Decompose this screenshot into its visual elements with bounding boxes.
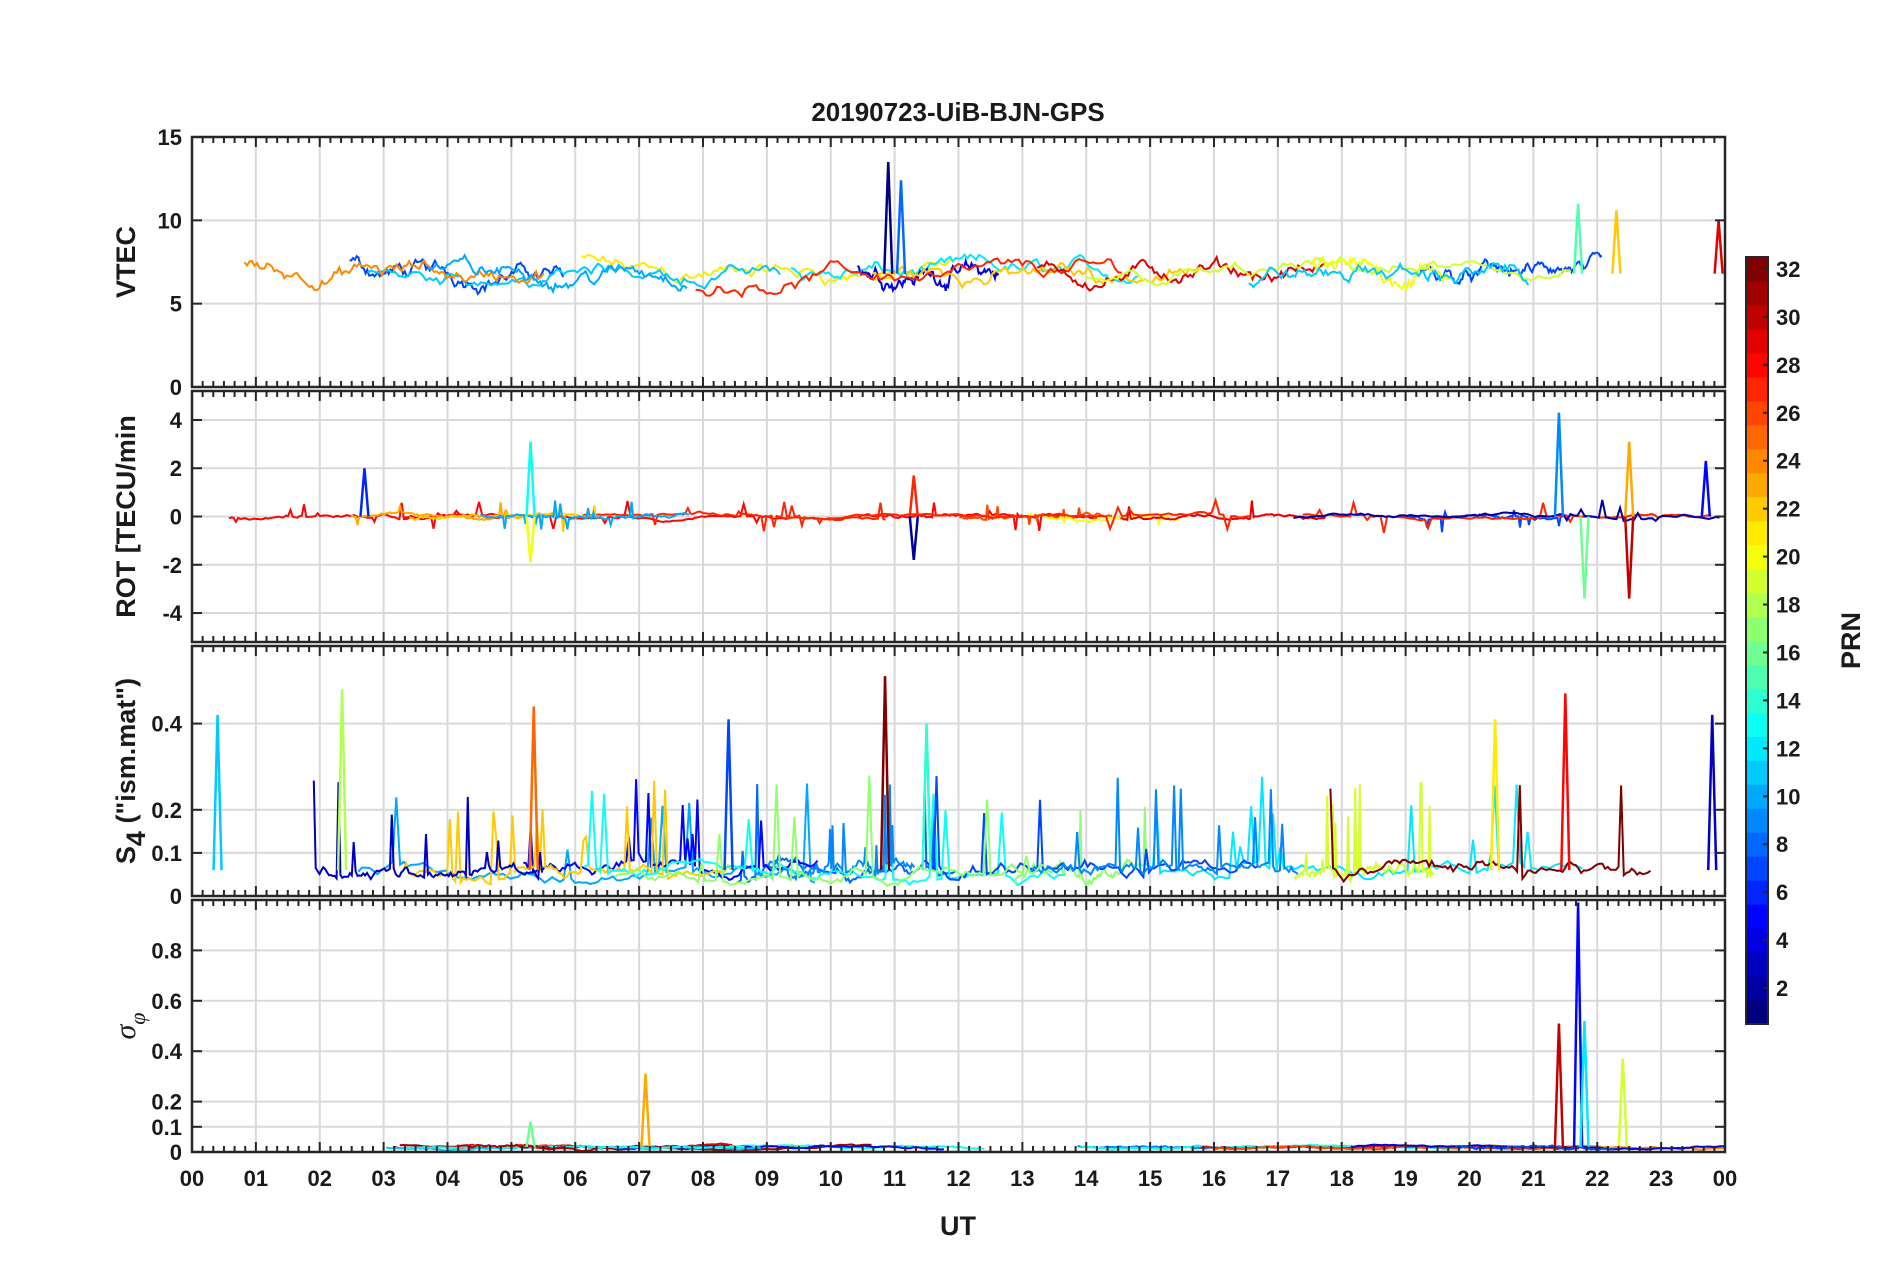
y-axis-label-sub: φ [125, 1013, 150, 1025]
y-tick-label: -4 [162, 601, 182, 626]
y-axis-label-main: σ [109, 1023, 142, 1039]
y-tick-label: 0.4 [151, 1039, 182, 1064]
colorbar-tick-label: 2 [1776, 976, 1788, 1001]
y-axis-label-main: S [111, 846, 141, 864]
colorbar-tick-label: 32 [1776, 257, 1800, 282]
colorbar-tick-label: 24 [1776, 449, 1801, 474]
y-tick-label: 0.2 [151, 798, 182, 823]
y-tick-label: 0 [170, 505, 182, 530]
colorbar-tick-label: 6 [1776, 880, 1788, 905]
y-tick-label: 0 [170, 375, 182, 400]
x-tick-label: 06 [563, 1166, 587, 1191]
y-tick-label: 10 [158, 208, 182, 233]
colorbar-tick-label: 4 [1776, 928, 1789, 953]
colorbar-tick-label: 12 [1776, 736, 1800, 761]
chart-title: 20190723-UiB-BJN-GPS [811, 97, 1104, 127]
colorbar-swatch [1746, 568, 1768, 594]
colorbar-swatch [1746, 952, 1768, 977]
colorbar-swatch [1746, 472, 1768, 498]
y-tick-label: 5 [170, 292, 182, 317]
y-tick-label: 0.1 [151, 841, 182, 866]
colorbar-tick-label: 26 [1776, 401, 1800, 426]
colorbar-swatch [1746, 808, 1768, 833]
figure: 20190723-UiB-BJN-GPS 051015VTEC-4-2024RO… [0, 0, 1902, 1272]
x-tick-label: 16 [1202, 1166, 1226, 1191]
x-tick-label: 08 [691, 1166, 715, 1191]
x-tick-label: 02 [308, 1166, 332, 1191]
y-tick-label: 0 [170, 884, 182, 909]
colorbar-label: PRN [1836, 612, 1866, 669]
x-tick-label: 19 [1393, 1166, 1417, 1191]
colorbar-swatch [1746, 664, 1768, 689]
colorbar-swatch [1746, 424, 1768, 450]
x-tick-label: 04 [435, 1166, 460, 1191]
colorbar-swatch [1746, 616, 1768, 641]
colorbar-swatch [1746, 1000, 1768, 1025]
colorbar-swatch [1746, 520, 1768, 546]
colorbar-tick-label: 30 [1776, 305, 1800, 330]
x-tick-label: 22 [1585, 1166, 1609, 1191]
y-tick-label: 0.8 [151, 938, 182, 963]
x-tick-label: 21 [1521, 1166, 1545, 1191]
y-tick-label: 0.4 [151, 712, 182, 737]
x-tick-label: 13 [1010, 1166, 1034, 1191]
y-tick-label: 0.6 [151, 989, 182, 1014]
colorbar-tick-label: 28 [1776, 353, 1800, 378]
colorbar-tick-label: 8 [1776, 832, 1788, 857]
y-axis-label: VTEC [111, 226, 141, 298]
colorbar-tick-label: 10 [1776, 784, 1800, 809]
colorbar-swatch [1746, 760, 1768, 785]
colorbar-swatch [1746, 328, 1768, 354]
colorbar-swatch [1746, 904, 1768, 929]
y-tick-label: 0.2 [151, 1090, 182, 1115]
colorbar-swatch [1746, 856, 1768, 881]
y-tick-label: 2 [170, 456, 182, 481]
x-tick-label: 05 [499, 1166, 523, 1191]
colorbar-tick-label: 16 [1776, 640, 1800, 665]
x-tick-label: 09 [755, 1166, 779, 1191]
x-tick-label: 11 [883, 1166, 906, 1191]
x-tick-label: 23 [1649, 1166, 1673, 1191]
colorbar-tick-label: 20 [1776, 545, 1800, 570]
colorbar-tick-label: 22 [1776, 497, 1800, 522]
colorbar-tick-label: 14 [1776, 688, 1801, 713]
x-tick-label: 10 [819, 1166, 843, 1191]
y-axis-label: ROT [TECU/min [111, 415, 141, 618]
x-tick-label: 14 [1074, 1166, 1099, 1191]
x-tick-label: 07 [627, 1166, 651, 1191]
colorbar-swatch [1746, 712, 1768, 737]
x-tick-label: 17 [1266, 1166, 1290, 1191]
x-tick-label: 00 [1713, 1166, 1737, 1191]
y-tick-label: 0 [170, 1140, 182, 1165]
x-axis-label: UT [940, 1211, 976, 1241]
y-tick-label: 4 [170, 408, 183, 433]
x-tick-label: 01 [244, 1166, 268, 1191]
y-axis-label-rest: ("ism.mat") [111, 678, 141, 831]
y-tick-label: -2 [162, 553, 182, 578]
x-tick-label: 20 [1457, 1166, 1481, 1191]
colorbar-tick-label: 18 [1776, 593, 1800, 618]
y-tick-label: 0.1 [151, 1115, 182, 1140]
x-tick-label: 03 [371, 1166, 395, 1191]
x-tick-label: 12 [946, 1166, 970, 1191]
figure-background [0, 0, 1902, 1272]
x-tick-label: 18 [1330, 1166, 1354, 1191]
x-tick-label: 15 [1138, 1166, 1162, 1191]
y-axis-label-sub: 4 [121, 831, 151, 846]
colorbar-swatch [1746, 280, 1768, 306]
colorbar-swatch [1746, 376, 1768, 402]
x-tick-label: 00 [180, 1166, 204, 1191]
y-tick-label: 15 [158, 125, 182, 150]
